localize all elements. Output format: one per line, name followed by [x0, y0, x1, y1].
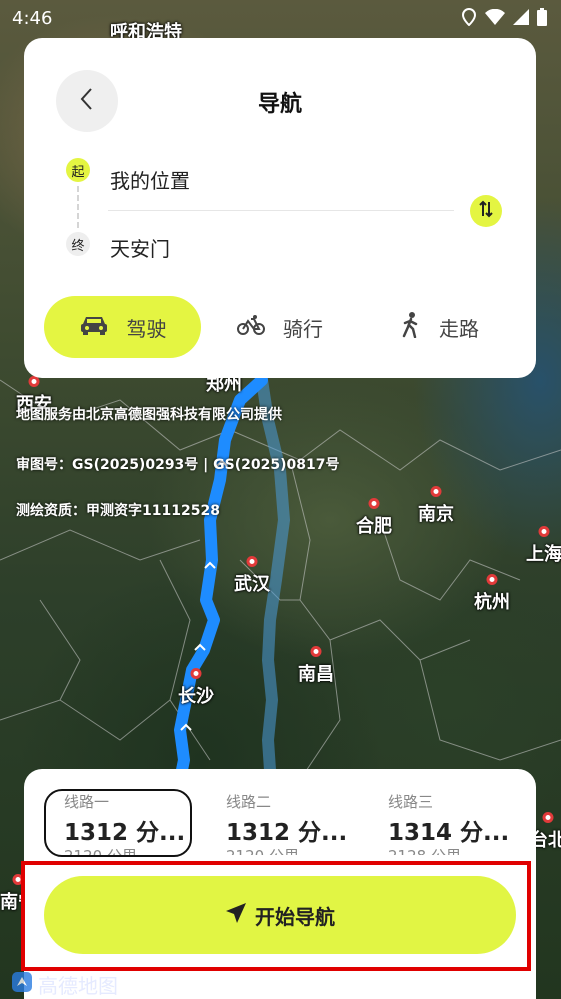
- route-option-2[interactable]: 线路二 1312 分... 2120 公里: [206, 789, 354, 857]
- mode-drive-tab[interactable]: 驾驶: [44, 296, 201, 358]
- map-credit: 地图服务由北京高德图强科技有限公司提供: [16, 407, 282, 423]
- start-location-field[interactable]: 我的位置: [110, 165, 190, 194]
- battery-icon: [537, 8, 547, 31]
- map-city-label: 长沙: [178, 668, 214, 708]
- status-time: 4:46: [12, 8, 53, 29]
- route-option-3[interactable]: 线路三 1314 分... 2128 公里: [368, 789, 516, 857]
- route-distance: 2120 公里: [64, 847, 137, 857]
- city-marker-icon: [542, 812, 554, 823]
- city-marker-icon: [246, 556, 258, 567]
- route-planner-card: 导航 起 终 我的位置 天安门 驾驶 骑行 走路: [24, 38, 536, 378]
- amap-logo-icon: [12, 972, 32, 997]
- car-icon: [79, 314, 109, 341]
- route-options-sheet: 线路一 1312 分... 2120 公里 线路二 1312 分... 2120…: [24, 769, 536, 999]
- start-navigation-button[interactable]: 开始导航: [44, 876, 516, 954]
- map-city-label: 合肥: [356, 498, 392, 538]
- route-label: 线路一: [64, 793, 110, 811]
- start-navigation-label: 开始导航: [255, 904, 335, 929]
- route-duration: 1314 分...: [388, 820, 510, 846]
- city-marker-icon: [190, 668, 202, 679]
- walking-icon: [401, 311, 421, 343]
- divider: [108, 210, 454, 211]
- route-distance: 2128 公里: [388, 847, 461, 857]
- swap-icon: [478, 200, 494, 222]
- destination-field[interactable]: 天安门: [110, 233, 170, 262]
- map-city-label: 南京: [418, 486, 454, 526]
- signal-icon: [513, 9, 529, 30]
- route-duration: 1312 分...: [64, 820, 186, 846]
- route-connector: [77, 186, 79, 228]
- end-tag: 终: [66, 232, 90, 256]
- mode-label: 走路: [439, 316, 479, 341]
- send-arrow-icon: [225, 902, 247, 929]
- map-city-label: 上海: [526, 526, 561, 566]
- start-tag: 起: [66, 158, 90, 182]
- city-marker-icon: [368, 498, 380, 509]
- swap-locations-button[interactable]: [470, 195, 502, 227]
- amap-logo-text: 高德地图: [38, 974, 118, 998]
- route-distance: 2120 公里: [226, 847, 299, 857]
- page-title: 导航: [257, 92, 302, 117]
- mode-walk-tab[interactable]: 走路: [380, 296, 500, 358]
- mode-label: 驾驶: [126, 316, 167, 341]
- map-survey-qualification: 测绘资质：甲测资字11112528: [16, 503, 220, 519]
- map-provider-logo: 高德地图: [12, 970, 118, 999]
- map-city-label: 武汉: [234, 556, 270, 596]
- wifi-icon: [485, 8, 505, 30]
- mode-label: 骑行: [283, 316, 323, 341]
- bicycle-icon: [237, 314, 265, 341]
- map-city-label: 南昌: [298, 646, 334, 686]
- mode-ride-tab[interactable]: 骑行: [220, 296, 340, 358]
- map-city-label: 杭州: [474, 574, 510, 614]
- route-label: 线路三: [388, 793, 434, 811]
- route-option-1[interactable]: 线路一 1312 分... 2120 公里: [44, 789, 192, 857]
- city-marker-icon: [310, 646, 322, 657]
- city-marker-icon: [12, 874, 24, 885]
- city-marker-icon: [486, 574, 498, 585]
- status-bar: 4:46: [0, 0, 561, 36]
- city-marker-icon: [430, 486, 442, 497]
- location-icon: [461, 7, 477, 31]
- city-marker-icon: [538, 526, 550, 537]
- route-duration: 1312 分...: [226, 820, 348, 846]
- map-approval-number: 审图号：GS(2025)0293号 | GS(2025)0817号: [16, 457, 340, 473]
- route-label: 线路二: [226, 793, 272, 811]
